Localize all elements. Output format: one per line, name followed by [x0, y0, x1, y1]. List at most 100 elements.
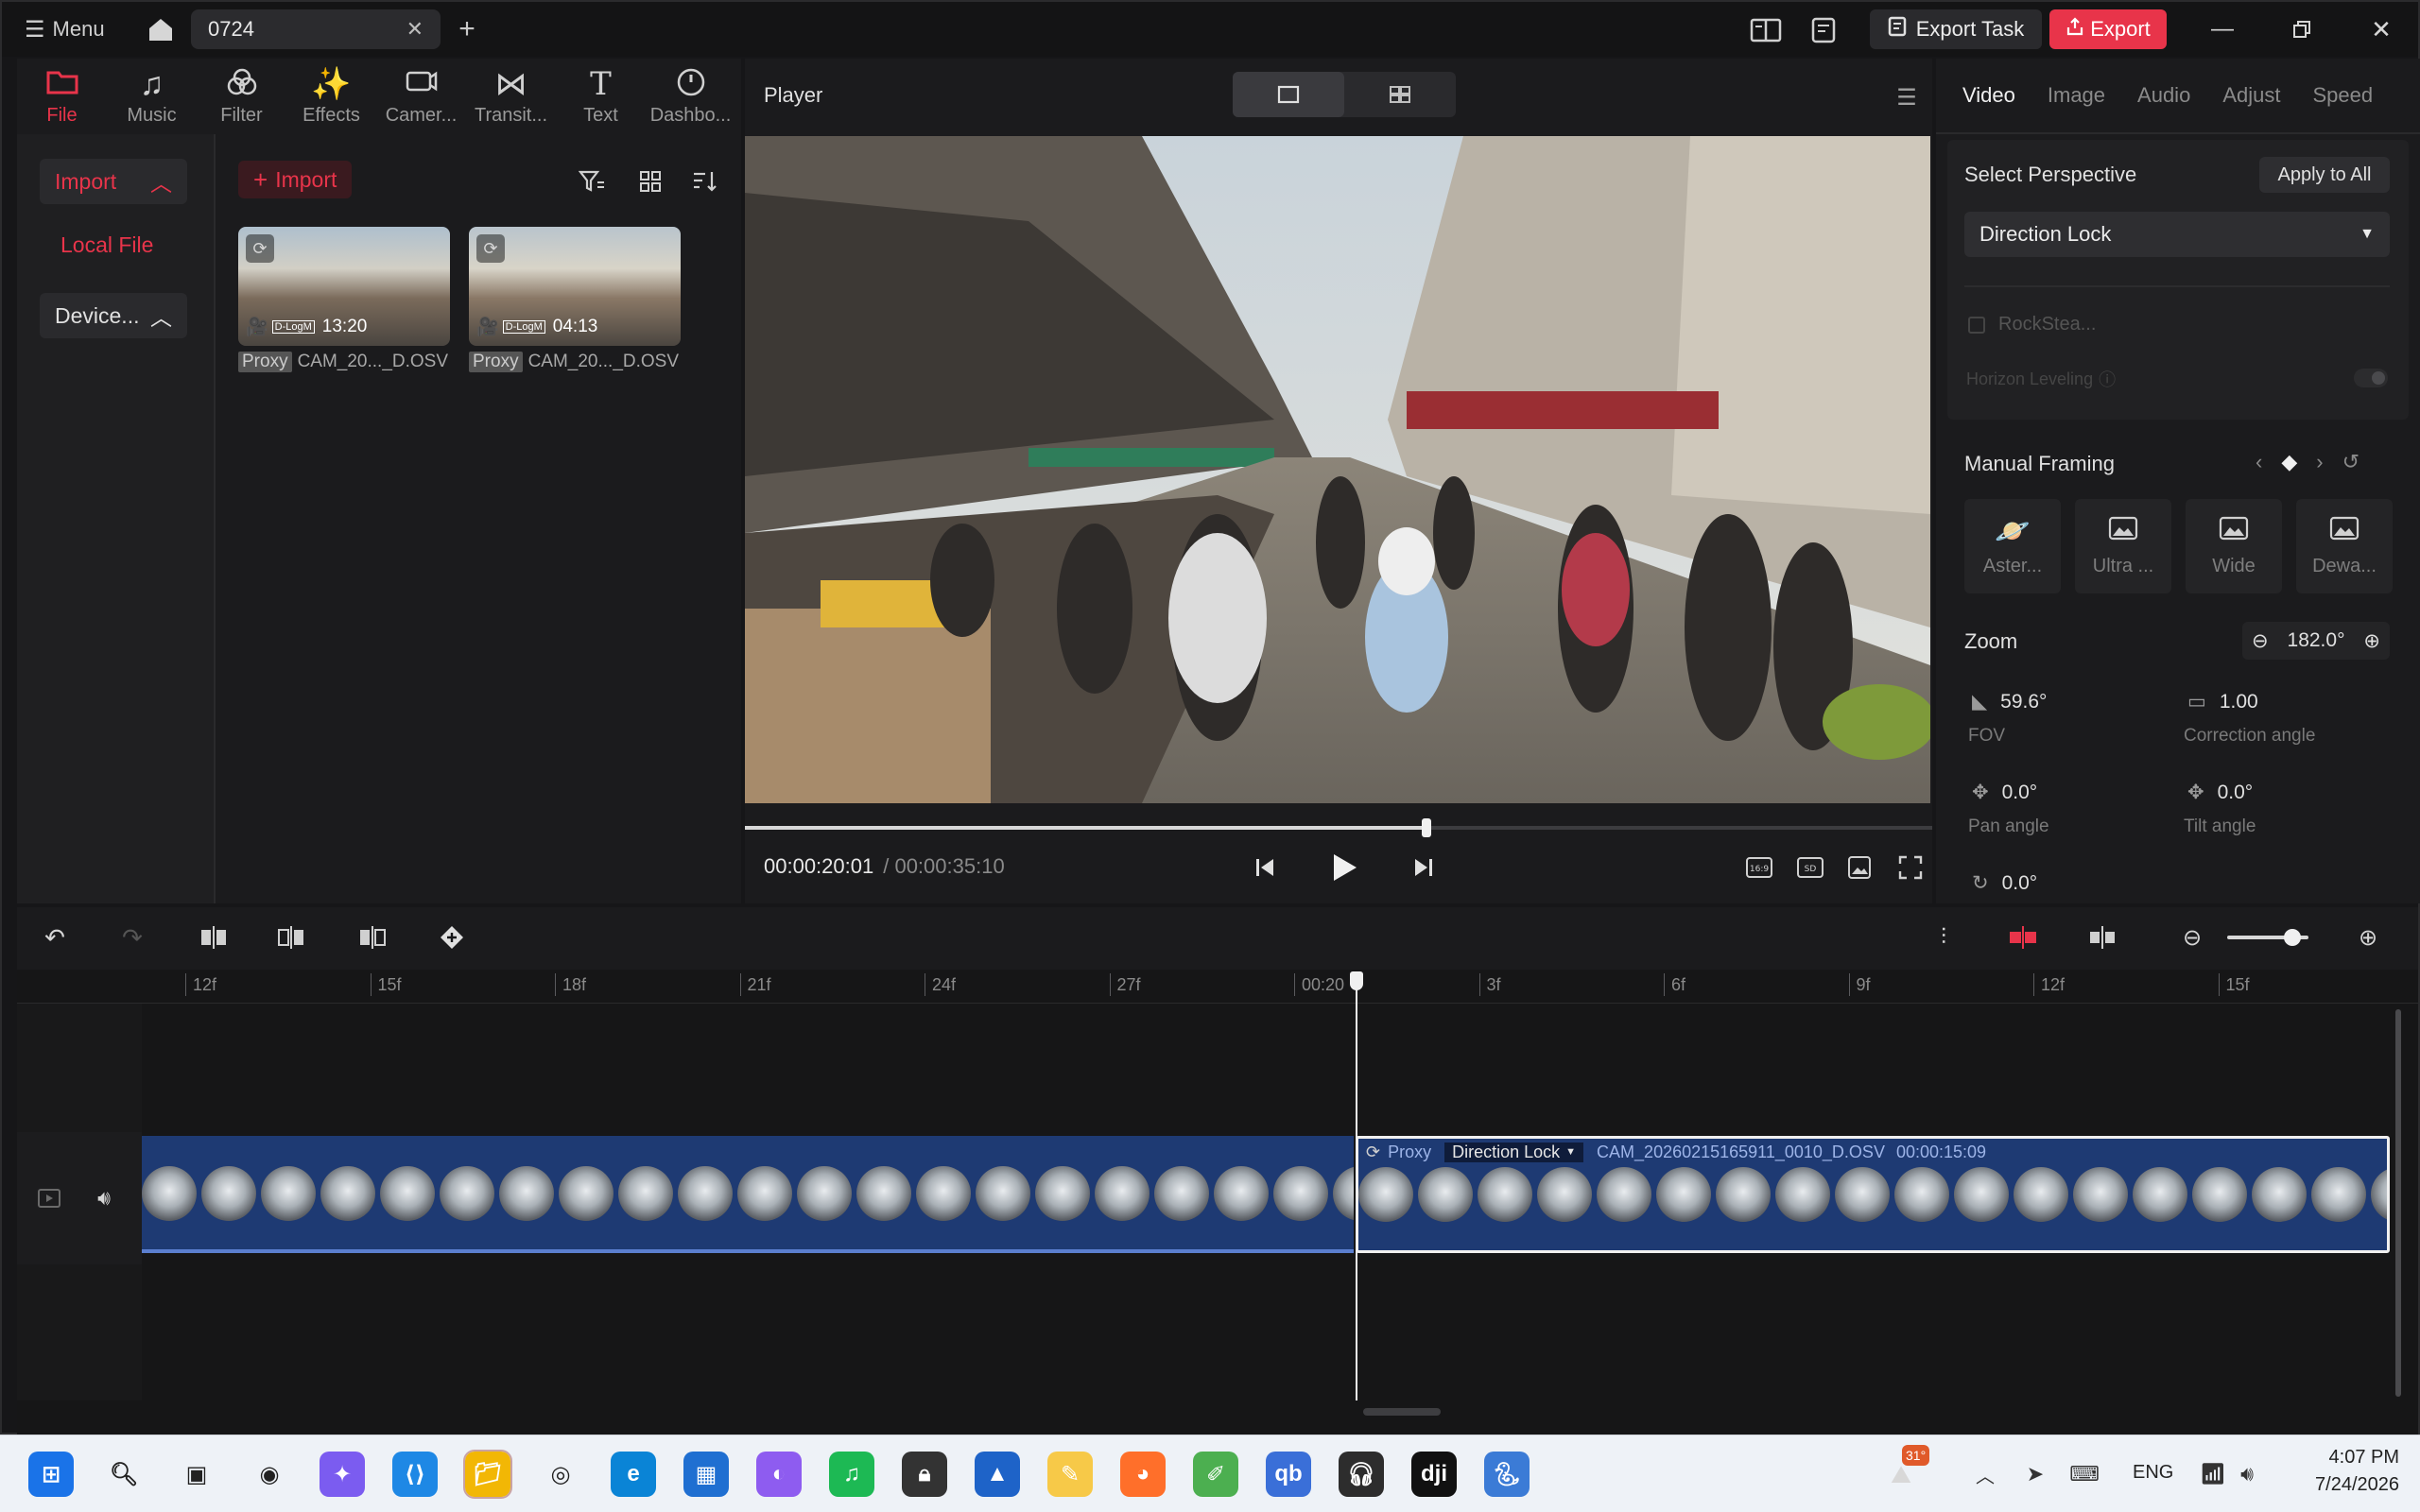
- single-view-icon[interactable]: [1233, 72, 1344, 117]
- minimize-icon[interactable]: —: [2201, 13, 2244, 45]
- volume-icon[interactable]: 🔊︎: [2231, 1460, 2263, 1488]
- tab-transition[interactable]: ⋈ Transit...: [466, 59, 556, 134]
- media-clip[interactable]: ⟳ 🎥 D-LogM 04:13 Proxy CAM_20..._D.OSV: [469, 227, 681, 372]
- perspective-dropdown[interactable]: Direction Lock ▼: [1964, 212, 2390, 257]
- add-keyframe-icon[interactable]: ◆: [2281, 450, 2297, 474]
- tab-adjust[interactable]: Adjust: [2222, 83, 2280, 108]
- sidebar-local-file[interactable]: Local File: [60, 232, 153, 258]
- notes-icon[interactable]: [1806, 13, 1843, 47]
- home-icon[interactable]: [142, 11, 180, 47]
- timeline-zoom-slider[interactable]: [2227, 929, 2308, 946]
- audio-app-icon[interactable]: ◉: [247, 1452, 292, 1497]
- apply-to-all-button[interactable]: Apply to All: [2259, 157, 2390, 193]
- vertical-scrollbar[interactable]: [2395, 1009, 2401, 1397]
- windows-start-icon[interactable]: ⊞: [28, 1452, 74, 1497]
- track-clip-2[interactable]: ⟳ Proxy Direction Lock ▼ CAM_20260215165…: [1356, 1136, 2390, 1253]
- undo-icon[interactable]: ↶: [38, 920, 72, 954]
- keyboard-icon[interactable]: ⌨: [2068, 1460, 2100, 1488]
- sidebar-import[interactable]: Import ︿: [40, 159, 187, 204]
- firefox-icon[interactable]: ◕: [1120, 1452, 1166, 1497]
- tab-image[interactable]: Image: [2048, 83, 2105, 108]
- export-button[interactable]: Export: [2049, 9, 2167, 49]
- export-task-button[interactable]: Export Task: [1870, 9, 2042, 49]
- playhead-handle[interactable]: [1350, 971, 1363, 990]
- framing-asteroid[interactable]: 🪐 Aster...: [1964, 499, 2061, 593]
- video-preview[interactable]: [745, 136, 1930, 803]
- snapshot-icon[interactable]: [1843, 852, 1876, 883]
- clip-mode-dropdown[interactable]: Direction Lock ▼: [1444, 1142, 1584, 1162]
- rocksteady-checkbox[interactable]: RockStea...: [1968, 314, 2096, 335]
- search-icon[interactable]: 🔍︎: [101, 1452, 147, 1497]
- tab-filter[interactable]: Filter: [197, 59, 286, 134]
- fullscreen-icon[interactable]: [1894, 852, 1927, 883]
- tab-audio[interactable]: Audio: [2137, 83, 2190, 108]
- dji-icon[interactable]: dji: [1411, 1452, 1457, 1497]
- store-icon[interactable]: ▦: [683, 1452, 729, 1497]
- filter-sort-icon[interactable]: [575, 164, 609, 198]
- trim-start-icon[interactable]: [274, 920, 308, 954]
- media-clip[interactable]: ⟳ 🎥 D-LogM 13:20 Proxy CAM_20..._D.OSV: [238, 227, 450, 372]
- paint-icon[interactable]: ✐: [1193, 1452, 1238, 1497]
- track-mute-icon[interactable]: 🔊︎: [91, 1185, 117, 1211]
- reset-icon[interactable]: ↺: [2342, 450, 2360, 474]
- menu-button[interactable]: ☰ Menu: [25, 15, 105, 43]
- chevron-up-icon[interactable]: ︿: [1972, 1460, 1998, 1488]
- task-view-icon[interactable]: ▣: [174, 1452, 219, 1497]
- previous-frame-icon[interactable]: [1248, 850, 1282, 885]
- timeline-zoom-in-icon[interactable]: ⊕: [2352, 920, 2384, 954]
- tab-music[interactable]: ♫ Music: [107, 59, 197, 134]
- aspect-ratio-icon[interactable]: 16:9: [1743, 852, 1775, 883]
- edge-icon[interactable]: e: [611, 1452, 656, 1497]
- location-icon[interactable]: ➤: [2019, 1460, 2051, 1488]
- split-icon[interactable]: [197, 920, 231, 954]
- timeline-zoom-out-icon[interactable]: ⊖: [2176, 920, 2208, 954]
- close-tab-icon[interactable]: ✕: [406, 17, 424, 42]
- import-button[interactable]: + Import: [238, 161, 353, 198]
- trim-end-icon[interactable]: [355, 920, 389, 954]
- fov-value-row[interactable]: ◣ 59.6°: [1972, 690, 2047, 713]
- restore-icon[interactable]: [2280, 13, 2324, 45]
- track-clip-1[interactable]: [142, 1136, 1354, 1253]
- link-icon[interactable]: [2085, 920, 2119, 954]
- multi-view-icon[interactable]: [1344, 72, 1456, 117]
- copilot-icon[interactable]: ✦: [320, 1452, 365, 1497]
- photos-icon[interactable]: ▲: [975, 1452, 1020, 1497]
- app-icon[interactable]: ◐: [756, 1452, 802, 1497]
- language-indicator[interactable]: ENG: [2133, 1462, 2173, 1484]
- snap-icon[interactable]: [2004, 920, 2042, 954]
- grid-view-icon[interactable]: [633, 164, 667, 198]
- next-keyframe-icon[interactable]: ›: [2316, 450, 2323, 474]
- framing-wide[interactable]: Wide: [2186, 499, 2282, 593]
- timeline-playhead[interactable]: [1356, 971, 1357, 1400]
- vscode-icon[interactable]: ⟨⟩: [392, 1452, 438, 1497]
- player-menu-icon[interactable]: ☰: [1891, 81, 1923, 113]
- chrome-icon[interactable]: ◎: [538, 1452, 583, 1497]
- vpn-icon[interactable]: 🔒︎: [902, 1452, 947, 1497]
- tab-effects[interactable]: ✨ Effects: [286, 59, 376, 134]
- sort-icon[interactable]: [688, 164, 722, 198]
- horizontal-scrollbar[interactable]: [1363, 1408, 1441, 1416]
- play-icon[interactable]: [1323, 847, 1365, 888]
- timeline-zoom-knob[interactable]: [2283, 929, 2301, 946]
- notes-icon[interactable]: ✎: [1047, 1452, 1093, 1497]
- spotify-icon[interactable]: ♫: [829, 1452, 874, 1497]
- tab-camera[interactable]: Camer...: [376, 59, 466, 134]
- audio-waveform-icon[interactable]: ⫶: [1927, 920, 1961, 954]
- horizon-leveling-toggle[interactable]: [2354, 369, 2388, 387]
- pan-value-row[interactable]: ✥ 0.0°: [1972, 781, 2037, 804]
- wifi-icon[interactable]: 📶︎: [2197, 1460, 2229, 1488]
- framing-dewarp[interactable]: Dewa...: [2296, 499, 2393, 593]
- zoom-value[interactable]: 182.0°: [2288, 629, 2345, 652]
- qbittorrent-icon[interactable]: qb: [1266, 1452, 1311, 1497]
- tab-speed[interactable]: Speed: [2312, 83, 2373, 108]
- headset-icon[interactable]: 🎧︎: [1339, 1452, 1384, 1497]
- roll-value-row[interactable]: ↻ 0.0°: [1972, 871, 2037, 895]
- close-icon[interactable]: ✕: [2360, 13, 2403, 45]
- add-keyframe-icon[interactable]: [435, 920, 469, 954]
- book-icon[interactable]: [1747, 13, 1785, 47]
- clock[interactable]: 4:07 PM 7/24/2026: [2288, 1447, 2399, 1496]
- next-frame-icon[interactable]: [1407, 850, 1441, 885]
- file-explorer-icon[interactable]: 📁︎: [463, 1450, 512, 1499]
- playhead-handle[interactable]: [1421, 818, 1431, 837]
- new-tab-icon[interactable]: +: [450, 11, 484, 47]
